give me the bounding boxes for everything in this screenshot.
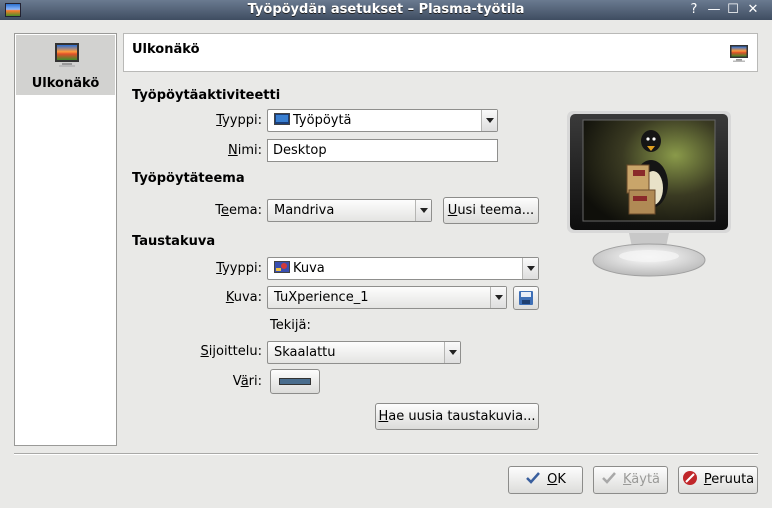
chevron-down-icon[interactable] bbox=[415, 200, 431, 221]
wallpaper-image-label: Kuva: bbox=[225, 290, 262, 305]
activity-type-value: Työpöytä bbox=[274, 113, 352, 128]
ok-button[interactable]: OK bbox=[508, 466, 583, 494]
sidebar-item-label: Ulkonäkö bbox=[31, 76, 100, 91]
page-title: Ulkonäkö bbox=[132, 42, 200, 57]
theme-label: Teema: bbox=[215, 203, 262, 218]
new-theme-button[interactable]: Uusi teema... bbox=[443, 197, 539, 224]
wallpaper-color-button[interactable] bbox=[270, 369, 320, 394]
help-icon[interactable]: ? bbox=[686, 2, 702, 18]
wallpaper-type-value: Kuva bbox=[274, 261, 325, 276]
section-wallpaper-title: Taustakuva bbox=[132, 234, 216, 249]
floppy-icon bbox=[519, 291, 533, 305]
category-sidebar: Ulkonäkö bbox=[14, 33, 117, 446]
cancel-button[interactable]: Peruuta bbox=[678, 466, 758, 494]
wallpaper-position-select[interactable]: Skaalattu bbox=[267, 341, 461, 364]
image-icon bbox=[274, 261, 290, 273]
wallpaper-author-label: Tekijä: bbox=[270, 318, 311, 333]
wallpaper-type-label: Tyyppi: bbox=[216, 261, 262, 276]
activity-type-select[interactable]: Työpöytä bbox=[267, 109, 498, 132]
chevron-down-icon[interactable] bbox=[481, 110, 497, 131]
wallpaper-position-label: Sijoittelu: bbox=[200, 344, 262, 359]
section-theme-title: Työpöytäteema bbox=[132, 171, 245, 186]
minimize-icon[interactable]: — bbox=[706, 2, 722, 18]
cancel-icon bbox=[682, 471, 697, 485]
sidebar-item-appearance[interactable]: Ulkonäkö bbox=[16, 35, 115, 95]
wallpaper-color-label: Väri: bbox=[232, 374, 262, 389]
desktop-appearance-icon bbox=[730, 45, 748, 62]
desktop-icon bbox=[274, 113, 290, 125]
chevron-down-icon[interactable] bbox=[444, 342, 460, 363]
maximize-icon[interactable]: ☐ bbox=[725, 2, 741, 18]
activity-name-label: Nimi: bbox=[227, 143, 262, 158]
wallpaper-type-select[interactable]: Kuva bbox=[267, 257, 539, 280]
section-activity-title: Työpöytäaktiviteetti bbox=[132, 88, 281, 103]
wallpaper-preview bbox=[567, 111, 731, 277]
title-bar[interactable]: Työpöydän asetukset – Plasma-työtila ? —… bbox=[0, 0, 772, 20]
theme-value: Mandriva bbox=[274, 203, 335, 218]
chevron-down-icon[interactable] bbox=[522, 258, 538, 279]
desktop-appearance-icon bbox=[55, 43, 79, 67]
activity-name-field[interactable] bbox=[267, 139, 498, 162]
open-image-button[interactable] bbox=[513, 286, 539, 310]
activity-type-label: Tyyppi: bbox=[216, 113, 262, 128]
check-icon bbox=[602, 472, 616, 484]
color-swatch bbox=[279, 378, 311, 385]
dialog-separator bbox=[14, 453, 758, 455]
wallpaper-image-select[interactable]: TuXperience_1 bbox=[267, 286, 507, 309]
apply-button[interactable]: Käytä bbox=[593, 466, 668, 494]
wallpaper-position-value: Skaalattu bbox=[274, 345, 336, 360]
chevron-down-icon[interactable] bbox=[490, 287, 506, 308]
get-new-wallpapers-button[interactable]: Hae uusia taustakuvia... bbox=[375, 403, 539, 430]
theme-select[interactable]: Mandriva bbox=[267, 199, 432, 222]
close-icon[interactable]: ✕ bbox=[745, 2, 761, 18]
page-header: Ulkonäkö bbox=[123, 33, 758, 72]
activity-name-input[interactable] bbox=[268, 140, 497, 161]
window-title: Työpöydän asetukset – Plasma-työtila bbox=[247, 2, 525, 17]
wallpaper-image-value: TuXperience_1 bbox=[274, 290, 369, 305]
check-icon bbox=[526, 472, 541, 484]
